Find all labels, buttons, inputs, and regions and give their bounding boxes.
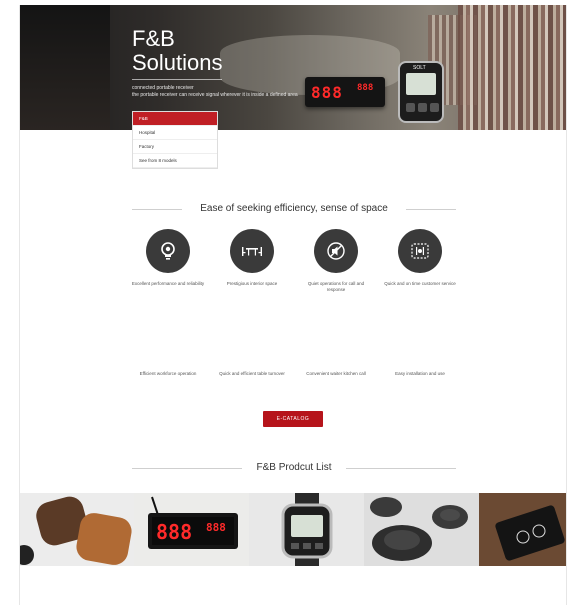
section-title: Ease of seeking efficiency, sense of spa… — [200, 203, 388, 214]
restaurant-service-icon — [398, 229, 442, 273]
section-heading-products: F&B Prodcut List — [132, 460, 456, 476]
feature-service: Quick and on time customer service — [382, 229, 458, 287]
svg-text:888: 888 — [206, 521, 226, 534]
feature-quiet: Quiet operations for call and response — [298, 229, 374, 293]
feature-interior: Prestigious interior space — [214, 229, 290, 287]
feature-turnover-label: Quick and efficient table turnover — [219, 371, 285, 376]
dropdown-option-fnb[interactable]: F&B — [133, 112, 217, 126]
product-list: 888 888 — [20, 493, 566, 566]
watch-receiver: SOLT — [398, 61, 444, 123]
product-led-display[interactable]: 888 888 — [134, 493, 249, 566]
hero-title: F&B Solutions — [132, 26, 223, 75]
section-title: F&B Prodcut List — [256, 462, 332, 473]
ecatalog-button[interactable]: E-CATALOG — [263, 411, 323, 427]
feature-installation-label: Easy installation and use — [395, 371, 445, 376]
product-table-pad[interactable] — [479, 493, 566, 566]
lightbulb-icon — [146, 229, 190, 273]
dropdown-option-factory[interactable]: Factory — [133, 140, 217, 154]
page: F&B Solutions connected portable receive… — [19, 5, 567, 605]
dropdown-option-see-more[interactable]: See from 8 models — [133, 154, 217, 168]
dining-table-icon — [230, 229, 274, 273]
dropdown-option-hospital[interactable]: Hospital — [133, 126, 217, 140]
feature-workforce-label: Efficient workforce operation — [139, 371, 197, 376]
industry-dropdown[interactable]: F&B Hospital Factory See from 8 models — [132, 111, 218, 169]
product-watch-receiver[interactable] — [249, 493, 364, 566]
feature-performance: Excellent performance and reliability — [130, 229, 206, 287]
feature-kitchen-call-label: Convenient waiter kitchen call — [306, 371, 366, 376]
led-pager-display: 888 888 — [305, 77, 385, 107]
mute-icon — [314, 229, 358, 273]
svg-text:888: 888 — [156, 520, 192, 544]
product-wooden-buttons[interactable] — [20, 493, 135, 566]
section-heading-ease: Ease of seeking efficiency, sense of spa… — [132, 201, 456, 217]
hero-bg-bench — [458, 5, 566, 130]
hero-title-divider — [132, 79, 222, 80]
hero-subtitle: connected portable receiver the portable… — [132, 85, 298, 98]
hero-banner: F&B Solutions connected portable receive… — [20, 5, 566, 130]
hero-bg-chair — [20, 5, 110, 130]
product-call-buttons[interactable] — [364, 493, 479, 566]
